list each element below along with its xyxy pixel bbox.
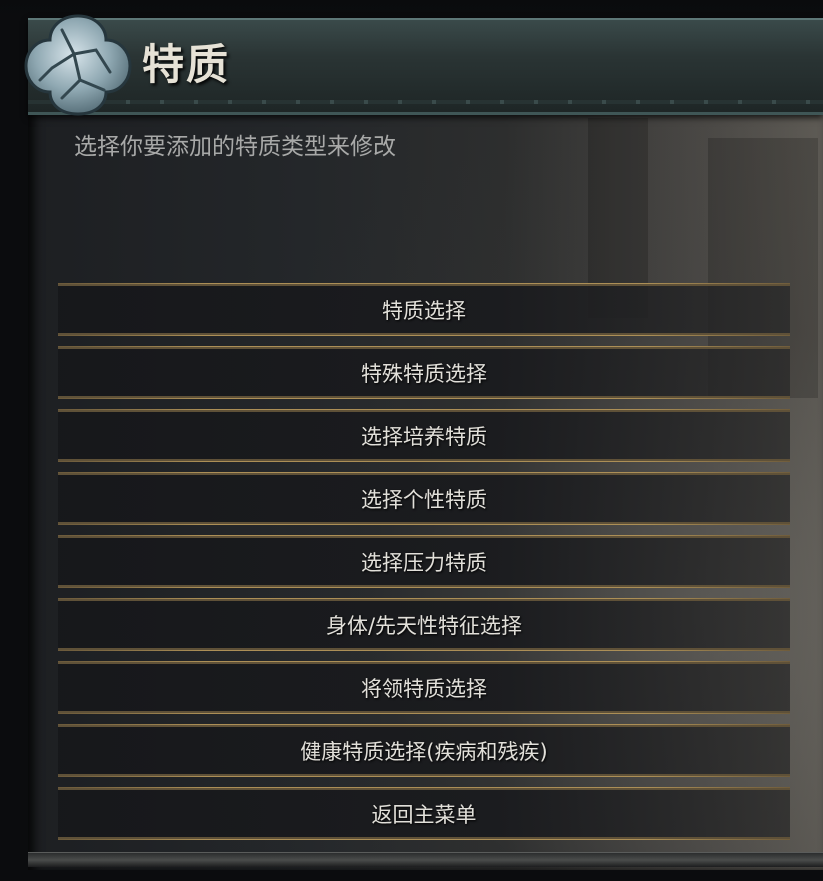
- menu-item-stress-trait[interactable]: 选择压力特质: [58, 535, 790, 588]
- menu-item-label: 返回主菜单: [371, 802, 477, 827]
- stone-cracked-emblem-icon: [24, 14, 132, 116]
- menu-item-trait-selection[interactable]: 特质选择: [58, 283, 790, 336]
- menu-item-label: 选择培养特质: [361, 424, 487, 449]
- bottom-border: [28, 852, 823, 867]
- menu-item-label: 健康特质选择(疾病和残疾): [300, 739, 548, 764]
- page-title: 特质: [142, 40, 231, 89]
- menu-item-personality-trait[interactable]: 选择个性特质: [58, 472, 790, 525]
- menu-item-label: 特殊特质选择: [361, 361, 487, 386]
- menu-item-education-trait[interactable]: 选择培养特质: [58, 409, 790, 462]
- menu-item-health-trait[interactable]: 健康特质选择(疾病和残疾): [58, 724, 790, 777]
- menu-item-commander-trait[interactable]: 将领特质选择: [58, 661, 790, 714]
- menu-item-label: 身体/先天性特征选择: [325, 613, 523, 638]
- menu-item-special-trait-selection[interactable]: 特殊特质选择: [58, 346, 790, 399]
- trait-type-menu: 特质选择 特殊特质选择 选择培养特质 选择个性特质 选择压力特质 身体/先天性特…: [58, 283, 790, 850]
- instruction-text: 选择你要添加的特质类型来修改: [74, 134, 396, 160]
- menu-item-label: 将领特质选择: [361, 676, 487, 701]
- menu-item-physical-congenital-trait[interactable]: 身体/先天性特征选择: [58, 598, 790, 651]
- menu-item-label: 选择个性特质: [361, 487, 487, 512]
- game-window: 特质 选择你要添加的特质类型来修改 特质选择 特殊特质选择 选择培养特质 选择个…: [0, 0, 823, 881]
- menu-item-label: 选择压力特质: [361, 550, 487, 575]
- menu-item-label: 特质选择: [382, 298, 466, 323]
- back-to-main-menu-button[interactable]: 返回主菜单: [58, 787, 790, 840]
